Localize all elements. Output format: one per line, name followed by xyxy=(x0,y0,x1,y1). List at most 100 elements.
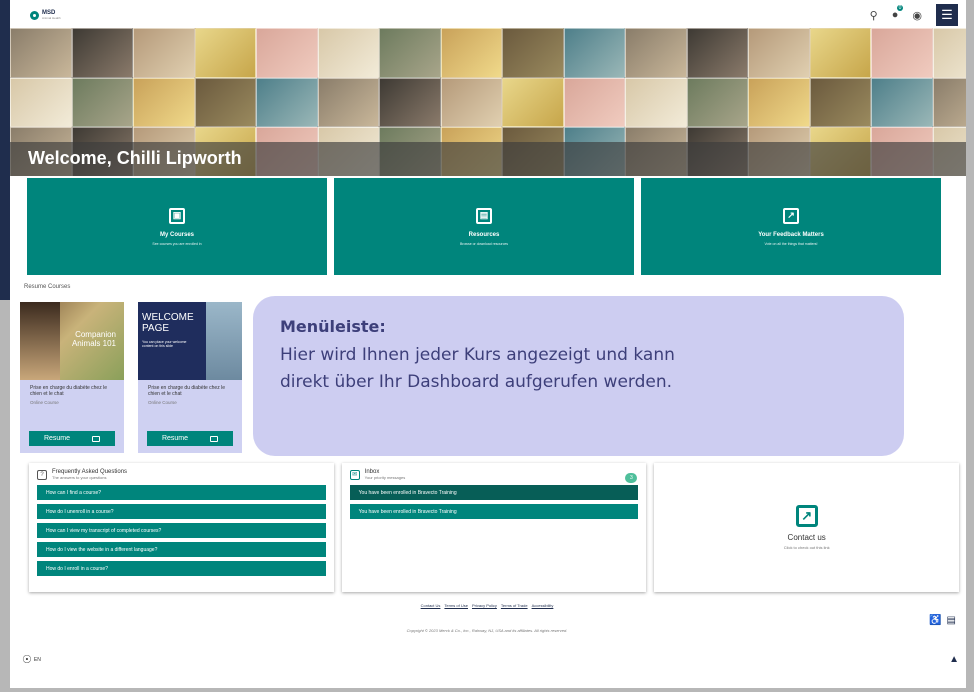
course-card[interactable]: Companion Animals 101 Prise en charge du… xyxy=(20,302,124,453)
logo-mark-icon xyxy=(30,10,39,20)
hero-photo-tile xyxy=(256,77,318,127)
footer-link-privacy[interactable]: Privacy Policy xyxy=(472,603,497,608)
inbox-message[interactable]: You have been enrolled in Bravecto Train… xyxy=(349,485,639,500)
feedback-tile[interactable]: ↗ Your Feedback Matters Vote on all the … xyxy=(641,178,941,275)
reader-icon[interactable]: ▤ xyxy=(947,615,956,626)
cart-icon[interactable]: ● 0 xyxy=(892,5,904,21)
thumbnail-subtext: You can place your welcome content on th… xyxy=(142,340,187,348)
courses-icon: ▣ xyxy=(169,207,185,224)
hero-photo-tile xyxy=(809,77,871,127)
resume-courses-label: Resume Courses xyxy=(24,284,71,290)
course-card[interactable]: WELCOME PAGE You can place your welcome … xyxy=(138,302,242,453)
contact-panel[interactable]: ↗ Contact us Click to check out this lin… xyxy=(654,463,960,592)
faq-item[interactable]: How do I enroll in a course? xyxy=(37,561,326,576)
faq-panel: ? Frequently Asked Questions The answers… xyxy=(29,463,334,592)
hero-banner: Welcome, Chilli Lipworth xyxy=(10,28,966,176)
course-type: Online Course xyxy=(148,400,177,405)
hero-photo-tile xyxy=(317,77,379,127)
resources-tile[interactable]: ▤ Resources Browse or download resources xyxy=(334,178,634,275)
course-thumbnail: Companion Animals 101 xyxy=(20,302,124,380)
user-icon[interactable]: ◉ xyxy=(912,9,922,22)
question-icon: ? xyxy=(37,469,47,480)
monitor-icon xyxy=(92,435,101,442)
language-selector[interactable]: ☉ EN xyxy=(22,653,41,666)
resume-label: Resume xyxy=(161,435,189,442)
hero-photo-tile xyxy=(563,77,625,127)
accessibility-icon[interactable]: ♿ xyxy=(929,615,941,626)
footer-link-accessibility[interactable]: Accessibility xyxy=(532,603,554,608)
external-link-icon: ↗ xyxy=(783,207,799,224)
course-title: Prise en charge du diabète chez le chien… xyxy=(30,385,107,397)
hero-photo-tile xyxy=(379,28,441,78)
tile-subtitle: See courses you are enrolled in xyxy=(152,241,202,246)
resume-button[interactable]: Resume xyxy=(147,431,233,446)
logo-subtext: Animal Health xyxy=(42,16,61,20)
course-type: Online Course xyxy=(30,400,59,405)
hero-photo-tile xyxy=(625,77,687,127)
building-image xyxy=(206,302,242,380)
hero-photo-tile xyxy=(932,77,966,127)
course-title: Prise en charge du diabète chez le chien… xyxy=(148,385,225,397)
hero-photo-tile xyxy=(748,28,810,78)
thumbnail-text: Companion Animals 101 xyxy=(71,330,116,348)
hero-photo-tile xyxy=(748,77,810,127)
hero-photo-tile xyxy=(809,28,871,78)
faq-item[interactable]: How can I find a course? xyxy=(37,485,326,500)
resume-button[interactable]: Resume xyxy=(29,431,115,446)
hero-photo-tile xyxy=(440,28,502,78)
hero-photo-tile xyxy=(256,28,318,78)
language-code: EN xyxy=(33,656,41,663)
footer-link-contact[interactable]: Contact Us xyxy=(421,603,441,608)
hero-photo-tile xyxy=(686,28,748,78)
dashboard-tiles: ▣ My Courses See courses you are enrolle… xyxy=(27,178,941,275)
tile-title: Resources xyxy=(468,231,500,238)
hero-photo-tile xyxy=(625,28,687,78)
accessibility-tools: ♿ ▤ xyxy=(929,615,956,626)
hero-photo-tile xyxy=(379,77,441,127)
faq-item[interactable]: How do I view the website in a different… xyxy=(37,542,326,557)
top-bar: MSD Animal Health ⚲ ● 0 ◉ ☰ xyxy=(10,0,966,30)
tile-subtitle: Vote on all the things that matters! xyxy=(764,241,818,246)
inbox-message[interactable]: You have been enrolled in Bravecto Train… xyxy=(349,504,639,519)
callout-line-2: direkt über Ihr Dashboard aufgerufen wer… xyxy=(280,372,673,392)
monitor-icon xyxy=(210,435,219,442)
hero-photo-tile xyxy=(317,28,379,78)
book-icon: ▤ xyxy=(476,207,492,224)
hero-photo-tile xyxy=(871,77,933,127)
contact-subtitle: Click to check out this link xyxy=(783,545,830,550)
welcome-title: Welcome, Chilli Lipworth xyxy=(28,148,242,168)
msd-logo[interactable]: MSD Animal Health xyxy=(30,10,61,20)
footer-link-trade[interactable]: Terms of Trade xyxy=(501,603,528,608)
inbox-subtitle: Your priority messages xyxy=(364,475,406,480)
tile-title: My Courses xyxy=(159,231,194,238)
hero-photo-tile xyxy=(71,77,133,127)
hero-photo-tile xyxy=(133,77,195,127)
faq-item[interactable]: How do I unenroll in a course? xyxy=(37,504,326,519)
hero-photo-tile xyxy=(133,28,195,78)
resume-label: Resume xyxy=(43,435,71,442)
copyright-text: Copyright © 2023 Merck & Co., Inc., Rahw… xyxy=(406,628,568,633)
my-courses-tile[interactable]: ▣ My Courses See courses you are enrolle… xyxy=(27,178,327,275)
mail-icon: ✉ xyxy=(349,469,360,480)
hero-photo-tile xyxy=(502,28,564,78)
hero-photo-tile xyxy=(871,28,933,78)
faq-item[interactable]: How can I view my transcript of complete… xyxy=(37,523,326,538)
faq-subtitle: The answers to your questions xyxy=(52,475,107,480)
hero-photo-tile xyxy=(194,77,256,127)
tutorial-callout: Menüleiste: Hier wird Ihnen jeder Kurs a… xyxy=(253,296,904,456)
globe-icon: ☉ xyxy=(22,654,32,666)
hero-photo-tile xyxy=(10,28,72,78)
inbox-count-badge: 3 xyxy=(625,473,638,483)
course-thumbnail: WELCOME PAGE You can place your welcome … xyxy=(138,302,242,380)
footer-links: Contact Us Terms of Use Privacy Policy T… xyxy=(0,603,974,608)
hamburger-menu-icon[interactable]: ☰ xyxy=(936,4,958,26)
hero-photo-tile xyxy=(194,28,256,78)
hero-photo-tile xyxy=(440,77,502,127)
hero-photo-tile xyxy=(932,28,966,78)
inbox-panel: ✉ Inbox Your priority messages 3 You hav… xyxy=(341,463,647,592)
footer-link-terms[interactable]: Terms of Use xyxy=(444,603,468,608)
brand-mark-icon: ▲ xyxy=(949,654,959,665)
search-icon[interactable]: ⚲ xyxy=(870,9,878,22)
hero-photo-tile xyxy=(10,77,72,127)
cart-badge: 0 xyxy=(896,5,904,11)
